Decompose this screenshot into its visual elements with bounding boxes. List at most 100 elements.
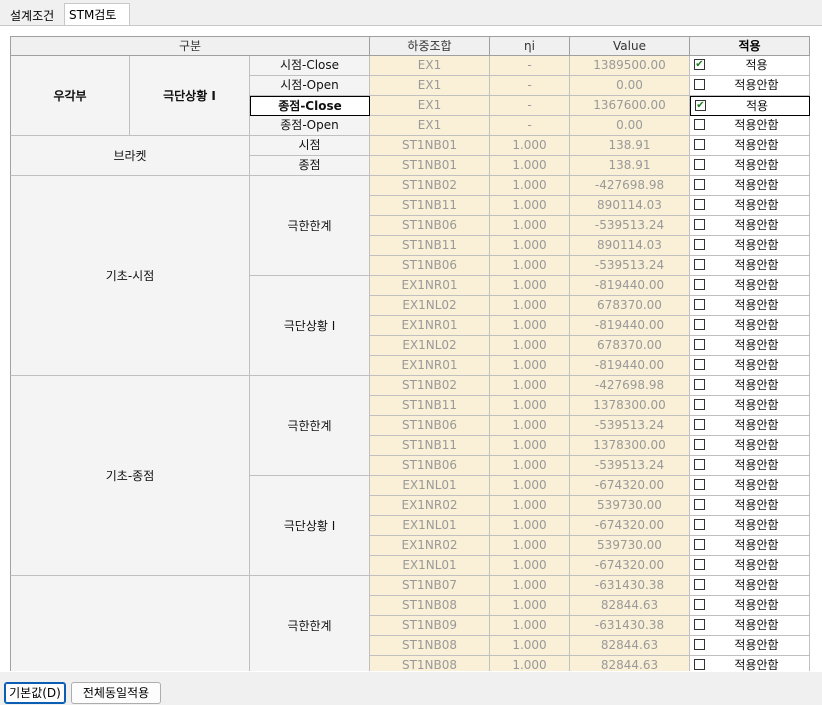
apply-cell[interactable]: 적용안함: [690, 316, 810, 336]
load-combination-cell: ST1NB07: [370, 576, 490, 596]
apply-cell[interactable]: 적용안함: [690, 416, 810, 436]
apply-cell[interactable]: 적용안함: [690, 276, 810, 296]
value-cell: -631430.38: [570, 616, 690, 636]
apply-label: 적용안함: [734, 358, 779, 372]
apply-cell[interactable]: 적용안함: [690, 336, 810, 356]
apply-cell[interactable]: 적용안함: [690, 476, 810, 496]
apply-label: 적용안함: [734, 138, 779, 152]
eta-cell: 1.000: [490, 356, 570, 376]
apply-cell[interactable]: 적용안함: [690, 376, 810, 396]
value-cell: 1378300.00: [570, 396, 690, 416]
load-combination-cell: ST1NB08: [370, 636, 490, 656]
apply-all-button[interactable]: 전체동일적용: [71, 682, 161, 704]
group-ugakbu: 우각부: [10, 56, 130, 136]
apply-label: 적용안함: [734, 118, 779, 132]
apply-cell[interactable]: 적용안함: [690, 76, 810, 96]
eta-cell: 1.000: [490, 136, 570, 156]
apply-cell[interactable]: 적용안함: [690, 136, 810, 156]
apply-label: 적용안함: [734, 318, 779, 332]
eta-cell: 1.000: [490, 516, 570, 536]
header-group: 구분: [10, 36, 370, 56]
header-eta: ηi: [490, 36, 570, 56]
apply-cell[interactable]: 적용안함: [690, 236, 810, 256]
apply-cell[interactable]: 적용안함: [690, 356, 810, 376]
value-cell: 1367600.00: [570, 96, 690, 116]
apply-label: 적용안함: [734, 158, 779, 172]
eta-cell: 1.000: [490, 616, 570, 636]
apply-cell[interactable]: 적용안함: [690, 156, 810, 176]
load-combination-cell: ST1NB02: [370, 376, 490, 396]
apply-cell[interactable]: ✔ 적용: [690, 96, 810, 116]
value-cell: -819440.00: [570, 316, 690, 336]
value-cell: -539513.24: [570, 416, 690, 436]
eta-cell: 1.000: [490, 416, 570, 436]
apply-label: 적용안함: [734, 238, 779, 252]
value-cell: 1378300.00: [570, 436, 690, 456]
value-cell: 1389500.00: [570, 56, 690, 76]
value-cell: 82844.63: [570, 596, 690, 616]
apply-cell[interactable]: 적용안함: [690, 496, 810, 516]
apply-cell[interactable]: 적용안함: [690, 176, 810, 196]
apply-label: 적용안함: [734, 418, 779, 432]
apply-label: 적용안함: [734, 178, 779, 192]
load-combination-cell: ST1NB01: [370, 136, 490, 156]
apply-cell[interactable]: 적용안함: [690, 596, 810, 616]
load-combination-cell: EX1NL01: [370, 516, 490, 536]
value-cell: 138.91: [570, 156, 690, 176]
apply-cell[interactable]: 적용안함: [690, 296, 810, 316]
header-load-combination: 하중조합: [370, 36, 490, 56]
eta-cell: -: [490, 56, 570, 76]
load-combination-cell: EX1NR02: [370, 496, 490, 516]
load-combination-cell: ST1NB11: [370, 196, 490, 216]
apply-cell[interactable]: 적용안함: [690, 196, 810, 216]
subgroup-base-start-limit: 극한한계: [250, 176, 370, 276]
eta-cell: 1.000: [490, 376, 570, 396]
eta-cell: 1.000: [490, 276, 570, 296]
group-base-start: 기초-시점: [10, 176, 250, 376]
eta-cell: 1.000: [490, 656, 570, 671]
eta-cell: 1.000: [490, 256, 570, 276]
apply-cell[interactable]: 적용안함: [690, 396, 810, 416]
apply-cell[interactable]: 적용안함: [690, 456, 810, 476]
value-cell: -631430.38: [570, 576, 690, 596]
apply-cell[interactable]: 적용안함: [690, 436, 810, 456]
value-cell: -539513.24: [570, 256, 690, 276]
bottom-bar: 기본값(D) 전체동일적용: [0, 672, 822, 705]
tab-stm-review[interactable]: STM검토: [64, 3, 130, 26]
header-apply: 적용: [690, 36, 810, 56]
load-combination-cell: ST1NB11: [370, 236, 490, 256]
value-cell: -539513.24: [570, 456, 690, 476]
apply-cell[interactable]: 적용안함: [690, 256, 810, 276]
eta-cell: 1.000: [490, 156, 570, 176]
apply-cell[interactable]: 적용안함: [690, 636, 810, 656]
load-combination-cell: EX1: [370, 96, 490, 116]
eta-cell: 1.000: [490, 436, 570, 456]
eta-cell: 1.000: [490, 236, 570, 256]
default-values-button[interactable]: 기본값(D): [4, 682, 66, 704]
apply-label: 적용: [745, 58, 768, 72]
apply-cell[interactable]: 적용안함: [690, 616, 810, 636]
value-cell: 82844.63: [570, 636, 690, 656]
value-cell: 890114.03: [570, 196, 690, 216]
apply-cell[interactable]: 적용안함: [690, 216, 810, 236]
apply-cell[interactable]: 적용안함: [690, 536, 810, 556]
stm-review-panel: 구분 하중조합 ηi Value 적용 우각부 극단상황 I 브라켓 기초-시점…: [0, 25, 822, 672]
eta-cell: -: [490, 96, 570, 116]
apply-cell[interactable]: 적용안함: [690, 516, 810, 536]
value-cell: 678370.00: [570, 296, 690, 316]
value-cell: 539730.00: [570, 536, 690, 556]
apply-cell[interactable]: 적용안함: [690, 116, 810, 136]
apply-cell[interactable]: 적용안함: [690, 556, 810, 576]
apply-label: 적용안함: [734, 78, 779, 92]
eta-cell: 1.000: [490, 596, 570, 616]
load-combination-cell: ST1NB06: [370, 416, 490, 436]
group-bracket: 브라켓: [10, 136, 250, 176]
apply-label: 적용안함: [734, 638, 779, 652]
tab-design-conditions[interactable]: 설계조건: [6, 6, 64, 26]
value-cell: 890114.03: [570, 236, 690, 256]
value-cell: -674320.00: [570, 476, 690, 496]
apply-cell[interactable]: ✔ 적용: [690, 56, 810, 76]
apply-cell[interactable]: 적용안함: [690, 576, 810, 596]
value-cell: -674320.00: [570, 516, 690, 536]
apply-cell[interactable]: 적용안함: [690, 656, 810, 671]
